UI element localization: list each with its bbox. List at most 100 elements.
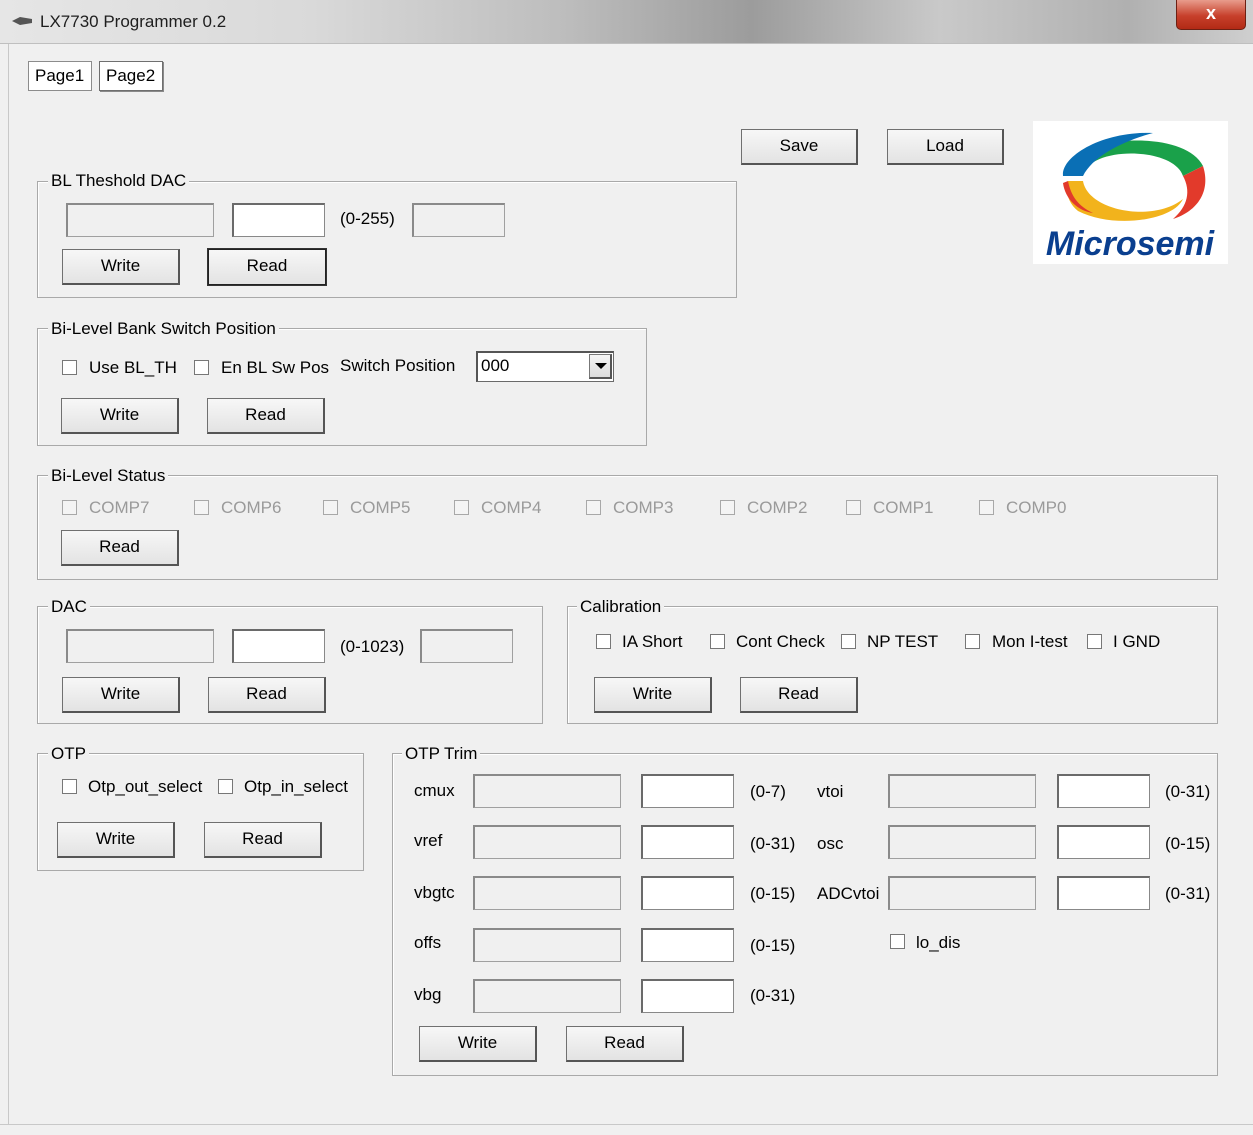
bank-switch-title: Bi-Level Bank Switch Position bbox=[48, 320, 279, 338]
adcvtoi-readback-field bbox=[888, 876, 1036, 910]
offs-label: offs bbox=[414, 933, 442, 952]
vref-readback-field bbox=[473, 825, 621, 859]
otp-trim-write-button[interactable]: Write bbox=[419, 1026, 537, 1062]
bl-threshold-read-button[interactable]: Read bbox=[207, 248, 327, 286]
ia-short-checkbox[interactable] bbox=[596, 634, 611, 649]
save-button[interactable]: Save bbox=[741, 129, 858, 165]
comp4-label: COMP4 bbox=[481, 498, 542, 517]
vtoi-range: (0-31) bbox=[1165, 782, 1211, 801]
dac-range: (0-1023) bbox=[340, 637, 405, 656]
otp-in-select-checkbox[interactable] bbox=[218, 779, 233, 794]
i-gnd-checkbox[interactable] bbox=[1087, 634, 1102, 649]
osc-label: osc bbox=[817, 834, 844, 853]
app-icon bbox=[12, 17, 32, 25]
bank-switch-write-button[interactable]: Write bbox=[61, 398, 179, 434]
np-test-label: NP TEST bbox=[867, 632, 939, 651]
vbgtc-input[interactable] bbox=[641, 876, 734, 910]
bl-threshold-input[interactable] bbox=[232, 203, 325, 237]
bilevel-status-group bbox=[37, 475, 1218, 580]
close-button[interactable]: x bbox=[1176, 0, 1246, 30]
lo-dis-checkbox[interactable] bbox=[890, 934, 905, 949]
i-gnd-label: I GND bbox=[1113, 632, 1161, 651]
mon-i-test-label: Mon I-test bbox=[992, 632, 1068, 651]
adcvtoi-input[interactable] bbox=[1057, 876, 1150, 910]
cmux-readback-field bbox=[473, 774, 621, 808]
vtoi-label: vtoi bbox=[817, 782, 844, 801]
vtoi-readback-field bbox=[888, 774, 1036, 808]
offs-range: (0-15) bbox=[750, 936, 796, 955]
comp6-checkbox bbox=[194, 500, 209, 515]
vref-input[interactable] bbox=[641, 825, 734, 859]
osc-input[interactable] bbox=[1057, 825, 1150, 859]
switch-position-select[interactable]: 000 bbox=[476, 351, 614, 382]
bl-threshold-hex-field bbox=[412, 203, 505, 237]
mon-i-test-checkbox[interactable] bbox=[965, 634, 980, 649]
np-test-checkbox[interactable] bbox=[841, 634, 856, 649]
comp5-checkbox bbox=[323, 500, 338, 515]
comp0-checkbox bbox=[979, 500, 994, 515]
switch-position-label: Switch Position bbox=[340, 356, 456, 375]
comp2-checkbox bbox=[720, 500, 735, 515]
otp-out-select-checkbox[interactable] bbox=[62, 779, 77, 794]
vbg-range: (0-31) bbox=[750, 986, 796, 1005]
tab-page2[interactable]: Page2 bbox=[99, 61, 163, 91]
svg-text:Microsemi: Microsemi bbox=[1046, 225, 1216, 263]
dac-input[interactable] bbox=[232, 629, 325, 663]
vbgtc-readback-field bbox=[473, 876, 621, 910]
cmux-input[interactable] bbox=[641, 774, 734, 808]
dac-readback-field bbox=[66, 629, 214, 663]
cont-check-label: Cont Check bbox=[736, 632, 825, 651]
cmux-range: (0-7) bbox=[750, 782, 786, 801]
switch-position-value: 000 bbox=[481, 356, 510, 375]
calibration-read-button[interactable]: Read bbox=[740, 677, 858, 713]
bl-threshold-write-button[interactable]: Write bbox=[62, 249, 180, 285]
chevron-down-icon[interactable] bbox=[589, 354, 612, 379]
vref-range: (0-31) bbox=[750, 834, 796, 853]
vbgtc-range: (0-15) bbox=[750, 884, 796, 903]
lo-dis-label: lo_dis bbox=[916, 933, 961, 952]
comp7-label: COMP7 bbox=[89, 498, 150, 517]
bilevel-status-read-button[interactable]: Read bbox=[61, 530, 179, 566]
osc-range: (0-15) bbox=[1165, 834, 1211, 853]
otp-trim-read-button[interactable]: Read bbox=[566, 1026, 684, 1062]
calibration-title: Calibration bbox=[577, 598, 665, 616]
calibration-write-button[interactable]: Write bbox=[594, 677, 712, 713]
offs-readback-field bbox=[473, 928, 621, 962]
use-bl-th-checkbox[interactable] bbox=[62, 360, 77, 375]
otp-title: OTP bbox=[48, 745, 89, 763]
vbgtc-label: vbgtc bbox=[414, 883, 455, 902]
en-bl-sw-pos-checkbox[interactable] bbox=[194, 360, 209, 375]
vtoi-input[interactable] bbox=[1057, 774, 1150, 808]
otp-write-button[interactable]: Write bbox=[57, 822, 175, 858]
window-bottom-border bbox=[0, 1124, 1253, 1135]
adcvtoi-label: ADCvtoi bbox=[817, 884, 880, 903]
comp0-label: COMP0 bbox=[1006, 498, 1067, 517]
dac-write-button[interactable]: Write bbox=[62, 677, 180, 713]
vbg-label: vbg bbox=[414, 985, 442, 1004]
vbg-readback-field bbox=[473, 979, 621, 1013]
comp2-label: COMP2 bbox=[747, 498, 808, 517]
load-button[interactable]: Load bbox=[887, 129, 1004, 165]
dac-read-button[interactable]: Read bbox=[208, 677, 326, 713]
osc-readback-field bbox=[888, 825, 1036, 859]
comp5-label: COMP5 bbox=[350, 498, 411, 517]
comp4-checkbox bbox=[454, 500, 469, 515]
bl-threshold-title: BL Theshold DAC bbox=[48, 172, 190, 190]
bilevel-status-title: Bi-Level Status bbox=[48, 467, 169, 485]
otp-out-select-label: Otp_out_select bbox=[88, 777, 203, 796]
tab-page1[interactable]: Page1 bbox=[28, 61, 92, 91]
offs-input[interactable] bbox=[641, 928, 734, 962]
use-bl-th-label: Use BL_TH bbox=[89, 358, 177, 377]
window-border bbox=[0, 44, 9, 1135]
comp3-checkbox bbox=[586, 500, 601, 515]
cmux-label: cmux bbox=[414, 781, 455, 800]
vbg-input[interactable] bbox=[641, 979, 734, 1013]
otp-trim-title: OTP Trim bbox=[402, 745, 481, 763]
otp-read-button[interactable]: Read bbox=[204, 822, 322, 858]
cont-check-checkbox[interactable] bbox=[710, 634, 725, 649]
bank-switch-read-button[interactable]: Read bbox=[207, 398, 325, 434]
comp1-checkbox bbox=[846, 500, 861, 515]
comp7-checkbox bbox=[62, 500, 77, 515]
microsemi-logo: Microsemi bbox=[1033, 121, 1228, 264]
comp3-label: COMP3 bbox=[613, 498, 674, 517]
